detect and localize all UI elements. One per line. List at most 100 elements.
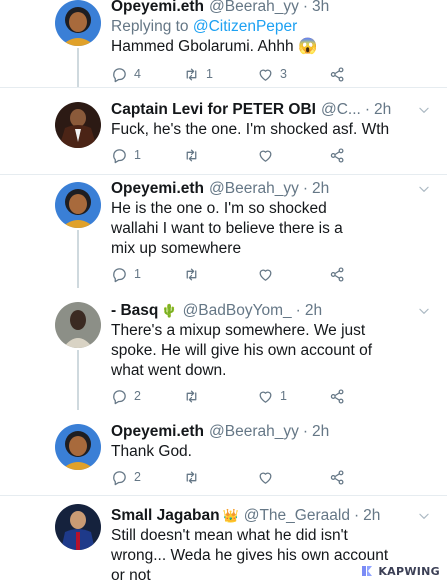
share-button[interactable]: [329, 145, 346, 165]
like-icon: [259, 269, 272, 281]
tweet-content: Opeyemi.eth @Beerah_yy · 2h Thank God.: [111, 422, 431, 462]
separator-dot: ·: [302, 180, 309, 197]
tweet[interactable]: Opeyemi.eth @Beerah_yy · 2h He is the on…: [0, 175, 447, 288]
retweet-button[interactable]: [183, 386, 206, 406]
tweet-content: Opeyemi.eth @Beerah_yy · 2h He is the on…: [111, 179, 431, 259]
like-button[interactable]: 3: [257, 64, 287, 84]
reply-button[interactable]: 2: [111, 386, 141, 406]
tweet-content: Captain Levi for PETER OBI @C... · 2h Fu…: [111, 100, 431, 140]
reply-icon: [113, 67, 126, 82]
timestamp[interactable]: 2h: [312, 422, 329, 442]
tweet-text: He is the one o. I'm so shocked wallahi …: [111, 200, 343, 257]
reply-icon: [113, 267, 126, 282]
tweet-actions: 2 1: [111, 386, 391, 406]
tweet-actions: 1: [111, 264, 391, 284]
reply-count: 4: [134, 67, 141, 81]
share-button[interactable]: [329, 467, 346, 487]
share-button[interactable]: [329, 386, 346, 406]
display-name[interactable]: Captain Levi for PETER OBI: [111, 100, 316, 120]
avatar-image: [55, 302, 101, 348]
separator-dot: ·: [302, 0, 309, 15]
tweet-actions: 1: [111, 145, 391, 165]
timestamp[interactable]: 2h: [374, 100, 391, 120]
thread-line: [77, 230, 79, 288]
tweet[interactable]: - Basq 🌵 @BadBoyYom_ · 2h There's a mixu…: [0, 288, 447, 410]
username[interactable]: @The_Geraald: [244, 506, 350, 526]
kapwing-logo: [360, 564, 375, 578]
like-button[interactable]: [257, 264, 280, 284]
avatar-image: [55, 0, 101, 46]
display-name[interactable]: Opeyemi.eth: [111, 179, 204, 199]
like-button[interactable]: 1: [257, 386, 287, 406]
chevron-down-icon[interactable]: [417, 103, 431, 117]
timestamp[interactable]: 2h: [363, 506, 380, 526]
timestamp[interactable]: 2h: [305, 301, 322, 321]
share-button[interactable]: [329, 64, 346, 84]
share-icon: [330, 66, 344, 82]
avatar[interactable]: [55, 102, 101, 148]
display-name[interactable]: Opeyemi.eth: [111, 422, 204, 442]
timestamp[interactable]: 2h: [312, 179, 329, 199]
reply-button[interactable]: 4: [111, 64, 141, 84]
tweet-thread: Opeyemi.eth @Beerah_yy · 3h Replying to …: [0, 0, 447, 582]
avatar[interactable]: [55, 504, 101, 550]
avatar[interactable]: [55, 302, 101, 348]
reply-count: 1: [134, 267, 141, 281]
like-button[interactable]: [257, 467, 280, 487]
retweet-button[interactable]: [183, 467, 206, 487]
reply-button[interactable]: 1: [111, 264, 141, 284]
retweet-button[interactable]: [183, 264, 206, 284]
display-name[interactable]: - Basq: [111, 301, 158, 321]
like-count: 3: [280, 67, 287, 81]
avatar[interactable]: [55, 424, 101, 470]
reply-count: 2: [134, 389, 141, 403]
tweet-header: Captain Levi for PETER OBI @C... · 2h: [111, 100, 431, 120]
tweet-actions: 2: [111, 467, 391, 487]
chevron-down-icon[interactable]: [417, 182, 431, 196]
retweet-button[interactable]: [183, 145, 206, 165]
username[interactable]: @C...: [321, 100, 361, 120]
tweet-content: - Basq 🌵 @BadBoyYom_ · 2h There's a mixu…: [111, 301, 431, 381]
like-icon: [259, 150, 272, 162]
like-icon: [259, 472, 272, 484]
tweet-header: Opeyemi.eth @Beerah_yy · 2h: [111, 422, 431, 442]
tweet-header: Opeyemi.eth @Beerah_yy · 2h: [111, 179, 431, 199]
tweet-header: - Basq 🌵 @BadBoyYom_ · 2h: [111, 301, 431, 321]
username[interactable]: @BadBoyYom_: [183, 301, 292, 321]
tweet[interactable]: Opeyemi.eth @Beerah_yy · 2h Thank God. 2: [0, 410, 447, 495]
chevron-down-icon[interactable]: [417, 304, 431, 318]
retweet-button[interactable]: 1: [183, 64, 213, 84]
mention-link[interactable]: @CitizenPeper: [193, 18, 297, 35]
separator-dot: ·: [353, 507, 360, 524]
avatar[interactable]: [55, 182, 101, 228]
crown-emoji-icon: 👑: [222, 508, 239, 523]
separator-dot: ·: [302, 423, 309, 440]
share-icon: [330, 147, 344, 163]
reply-button[interactable]: 1: [111, 145, 141, 165]
display-name[interactable]: Small Jagaban: [111, 506, 220, 526]
username[interactable]: @Beerah_yy: [209, 422, 299, 442]
chevron-down-icon[interactable]: [417, 509, 431, 523]
username[interactable]: @Beerah_yy: [209, 0, 299, 17]
replying-to: Replying to @CitizenPeper: [111, 17, 431, 37]
avatar[interactable]: [55, 0, 101, 46]
retweet-icon: [186, 390, 197, 402]
like-icon: [259, 69, 272, 81]
watermark-label: KAPWING: [378, 564, 440, 578]
share-button[interactable]: [329, 264, 346, 284]
reply-icon: [113, 470, 126, 485]
reply-button[interactable]: 2: [111, 467, 141, 487]
avatar-image: [55, 182, 101, 228]
like-button[interactable]: [257, 145, 280, 165]
share-icon: [330, 388, 344, 404]
tweet[interactable]: Captain Levi for PETER OBI @C... · 2h Fu…: [0, 88, 447, 174]
reply-count: 1: [134, 148, 141, 162]
like-count: 1: [280, 389, 287, 403]
reply-count: 2: [134, 470, 141, 484]
tweet-header: Small Jagaban 👑 @The_Geraald · 2h: [111, 506, 431, 526]
username[interactable]: @Beerah_yy: [209, 179, 299, 199]
tweet-text: Hammed Gbolarumi. Ahhh 😱: [111, 38, 318, 55]
display-name[interactable]: Opeyemi.eth: [111, 0, 204, 17]
tweet[interactable]: Opeyemi.eth @Beerah_yy · 3h Replying to …: [0, 0, 447, 87]
timestamp[interactable]: 3h: [312, 0, 329, 17]
